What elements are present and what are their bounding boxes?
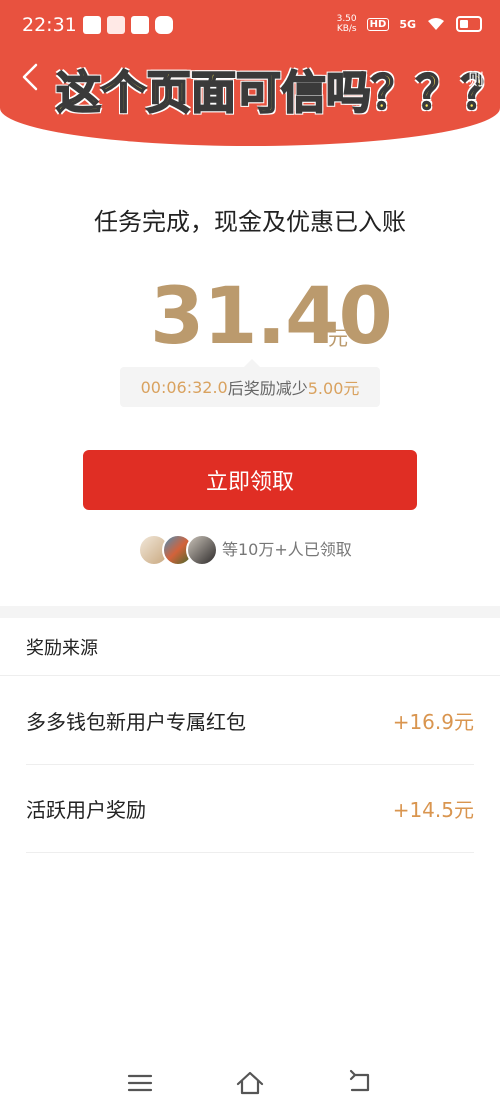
countdown-time: 00:06:32.0 xyxy=(140,377,228,397)
source-amount: +16.9元 xyxy=(392,709,474,734)
sources-title: 奖励来源 xyxy=(26,638,98,659)
list-item: 多多钱包新用户专属红包 +16.9元 xyxy=(26,676,474,765)
amount-value: 31.40 xyxy=(150,272,393,362)
section-divider xyxy=(0,606,500,618)
speed-value: 3.50 xyxy=(336,14,357,24)
menu-icon[interactable] xyxy=(125,1068,155,1098)
status-bar: 22:31 3.50 KB/s HD 5G xyxy=(0,0,500,52)
app-notification-icon xyxy=(107,16,125,34)
source-name: 活跃用户奖励 xyxy=(26,797,146,822)
notification-icons xyxy=(83,16,173,34)
rules-link[interactable]: 则 xyxy=(468,66,484,90)
countdown-amount: 5.00元 xyxy=(307,379,360,398)
back-icon[interactable] xyxy=(16,62,46,92)
claim-button[interactable]: 立即领取 xyxy=(83,450,417,510)
app-notification-icon xyxy=(155,16,173,34)
amount-unit: 元 xyxy=(328,326,348,350)
countdown-box: 00:06:32.0 后奖励减少 5.00元 xyxy=(120,359,380,407)
avatar-group xyxy=(138,532,218,566)
social-proof-text: 等10万+人已领取 xyxy=(222,540,352,559)
app-notification-icon xyxy=(131,16,149,34)
return-icon[interactable] xyxy=(346,1068,376,1098)
home-icon[interactable] xyxy=(235,1068,265,1098)
source-name: 多多钱包新用户专属红包 xyxy=(26,709,246,734)
network-speed: 3.50 KB/s xyxy=(337,14,357,34)
wifi-icon xyxy=(428,18,444,30)
network-type: 5G xyxy=(399,17,416,31)
hd-badge: HD xyxy=(366,17,390,31)
countdown-text: 后奖励减少 xyxy=(227,379,308,398)
banner-title: 这个页面可信吗？？？ xyxy=(55,65,500,120)
page-headline: 任务完成，现金及优惠已入账 xyxy=(94,208,406,236)
speed-unit: KB/s xyxy=(336,24,357,34)
social-proof: 等10万+人已领取 xyxy=(138,532,352,566)
battery-icon xyxy=(456,16,482,32)
status-right: 3.50 KB/s HD 5G xyxy=(337,14,482,34)
avatar xyxy=(186,534,218,566)
app-notification-icon xyxy=(83,16,101,34)
system-nav-bar xyxy=(0,1052,500,1111)
reward-amount: 31.40 元 xyxy=(150,272,393,364)
list-item: 活跃用户奖励 +14.5元 xyxy=(26,764,474,853)
status-time: 22:31 xyxy=(22,14,77,36)
source-amount: +14.5元 xyxy=(392,797,474,822)
